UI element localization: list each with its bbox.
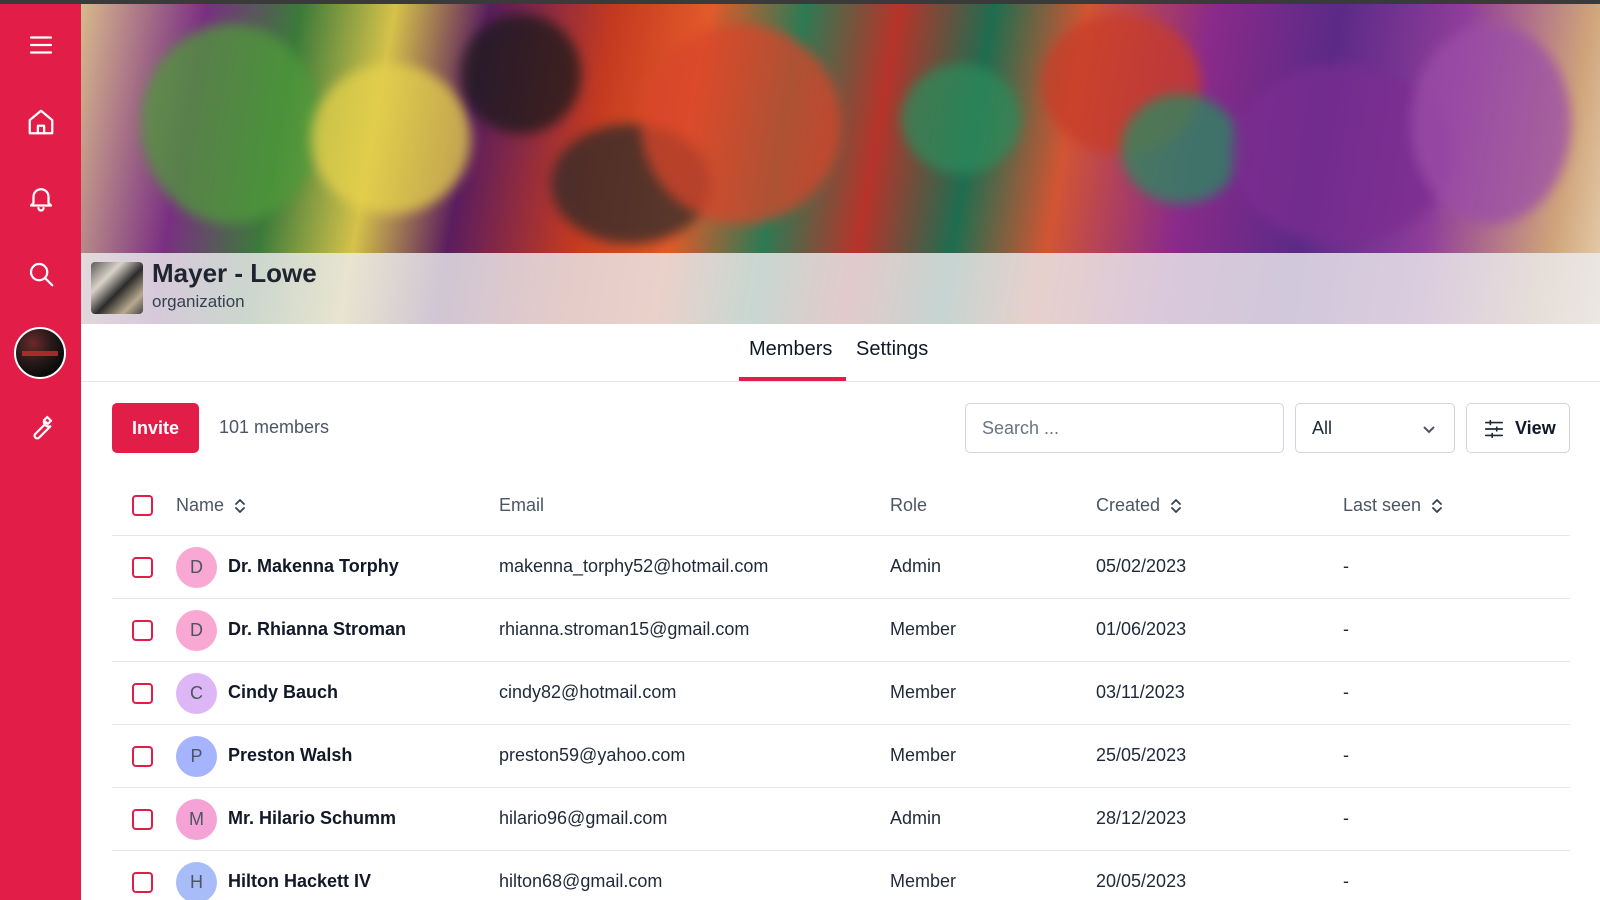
home-icon[interactable] bbox=[0, 94, 81, 150]
row-checkbox[interactable] bbox=[132, 872, 153, 893]
window-top-border bbox=[0, 0, 1600, 4]
view-options-button[interactable]: View bbox=[1466, 403, 1570, 453]
row-checkbox[interactable] bbox=[132, 683, 153, 704]
row-checkbox[interactable] bbox=[132, 620, 153, 641]
search-icon[interactable] bbox=[0, 246, 81, 302]
active-tab-indicator bbox=[739, 377, 846, 381]
row-checkbox[interactable] bbox=[132, 746, 153, 767]
organization-name: Mayer - Lowe bbox=[152, 258, 317, 288]
table-row[interactable]: C Cindy Bauch cindy82@hotmail.com Member 03/… bbox=[112, 662, 1570, 725]
member-created: 05/02/2023 bbox=[1096, 556, 1187, 576]
role-filter-select[interactable]: All bbox=[1295, 403, 1455, 453]
member-count: 101 members bbox=[219, 417, 330, 437]
sort-icon[interactable] bbox=[1429, 497, 1445, 515]
member-name[interactable]: Dr. Makenna Torphy bbox=[228, 556, 399, 577]
member-avatar: P bbox=[176, 736, 217, 777]
bell-icon[interactable] bbox=[0, 170, 81, 226]
invite-button[interactable]: Invite bbox=[112, 403, 199, 453]
member-name[interactable]: Cindy Bauch bbox=[228, 682, 338, 703]
column-header-email-label: Email bbox=[499, 495, 545, 515]
member-created: 25/05/2023 bbox=[1096, 745, 1187, 765]
column-header-name: Name bbox=[176, 495, 248, 516]
view-button-label: View bbox=[1515, 418, 1556, 438]
member-role: Member bbox=[890, 682, 957, 702]
column-header-role-label: Role bbox=[890, 495, 928, 515]
table-row[interactable]: P Preston Walsh preston59@yahoo.com Member 2… bbox=[112, 725, 1570, 788]
row-checkbox[interactable] bbox=[132, 809, 153, 830]
menu-icon[interactable] bbox=[0, 17, 81, 73]
member-role: Member bbox=[890, 619, 957, 639]
tab-bar: Members Settings bbox=[81, 324, 1600, 382]
column-header-last-seen-label: Last seen bbox=[1343, 495, 1422, 515]
member-email: hilton68@gmail.com bbox=[499, 871, 663, 891]
organization-logo bbox=[91, 262, 143, 314]
sort-icon[interactable] bbox=[1168, 497, 1184, 515]
member-avatar: M bbox=[176, 799, 217, 840]
tab-settings[interactable]: Settings bbox=[856, 338, 928, 361]
member-created: 28/12/2023 bbox=[1096, 808, 1187, 828]
member-role: Admin bbox=[890, 808, 942, 828]
member-email: makenna_torphy52@hotmail.com bbox=[499, 556, 769, 576]
tab-members[interactable]: Members bbox=[749, 338, 832, 361]
user-avatar[interactable] bbox=[14, 327, 66, 379]
members-table: Name Email Role Created Last seen D Dr. M… bbox=[112, 475, 1570, 900]
column-header-name-label: Name bbox=[176, 495, 225, 515]
member-email: rhianna.stroman15@gmail.com bbox=[499, 619, 750, 639]
column-header-email: Email bbox=[499, 495, 544, 516]
table-header: Name Email Role Created Last seen bbox=[112, 475, 1570, 536]
table-row[interactable]: M Mr. Hilario Schumm hilario96@gmail.com Ad… bbox=[112, 788, 1570, 851]
member-name[interactable]: Dr. Rhianna Stroman bbox=[228, 619, 406, 640]
organization-type: organization bbox=[152, 292, 245, 311]
table-row[interactable]: D Dr. Makenna Torphy makenna_torphy52@hotm… bbox=[112, 536, 1570, 599]
member-role: Admin bbox=[890, 556, 942, 576]
column-header-last-seen: Last seen bbox=[1343, 495, 1445, 516]
wrench-icon[interactable] bbox=[0, 399, 81, 455]
member-avatar: D bbox=[176, 610, 217, 651]
member-name[interactable]: Hilton Hackett IV bbox=[228, 871, 371, 892]
select-all-checkbox[interactable] bbox=[132, 495, 153, 516]
member-last-seen: - bbox=[1343, 682, 1349, 702]
row-checkbox[interactable] bbox=[132, 557, 153, 578]
role-filter-value: All bbox=[1312, 417, 1333, 438]
member-avatar: D bbox=[176, 547, 217, 588]
chevron-down-icon bbox=[1423, 426, 1435, 434]
sidebar bbox=[0, 0, 81, 900]
sort-icon[interactable] bbox=[232, 497, 248, 515]
member-last-seen: - bbox=[1343, 871, 1349, 891]
member-email: hilario96@gmail.com bbox=[499, 808, 668, 828]
member-last-seen: - bbox=[1343, 808, 1349, 828]
table-body: D Dr. Makenna Torphy makenna_torphy52@hotm… bbox=[112, 536, 1570, 900]
table-row[interactable]: H Hilton Hackett IV hilton68@gmail.com Memb… bbox=[112, 851, 1570, 900]
member-created: 03/11/2023 bbox=[1096, 682, 1185, 702]
member-name[interactable]: Mr. Hilario Schumm bbox=[228, 808, 396, 829]
member-role: Member bbox=[890, 745, 957, 765]
sliders-icon bbox=[1484, 419, 1504, 439]
member-created: 20/05/2023 bbox=[1096, 871, 1187, 891]
member-email: preston59@yahoo.com bbox=[499, 745, 686, 765]
member-last-seen: - bbox=[1343, 619, 1349, 639]
member-last-seen: - bbox=[1343, 745, 1349, 765]
member-avatar: H bbox=[176, 862, 217, 900]
member-role: Member bbox=[890, 871, 957, 891]
column-header-created-label: Created bbox=[1096, 495, 1161, 515]
table-row[interactable]: D Dr. Rhianna Stroman rhianna.stroman15@gm… bbox=[112, 599, 1570, 662]
column-header-created: Created bbox=[1096, 495, 1184, 516]
member-email: cindy82@hotmail.com bbox=[499, 682, 677, 702]
member-name[interactable]: Preston Walsh bbox=[228, 745, 352, 766]
search-input[interactable] bbox=[965, 403, 1284, 453]
member-last-seen: - bbox=[1343, 556, 1349, 576]
column-header-role: Role bbox=[890, 495, 927, 516]
member-created: 01/06/2023 bbox=[1096, 619, 1187, 639]
member-avatar: C bbox=[176, 673, 217, 714]
